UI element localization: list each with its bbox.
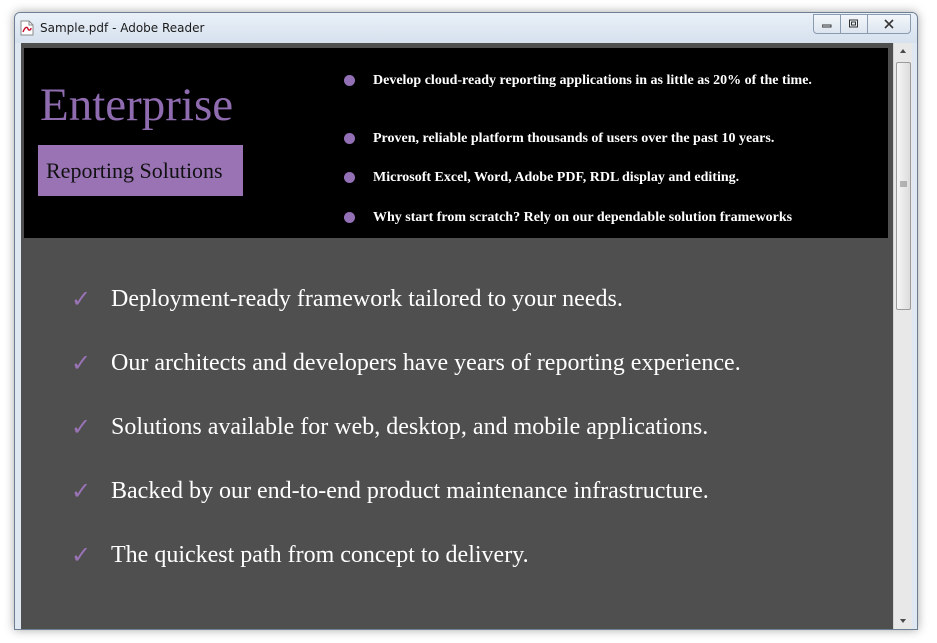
scroll-thumb[interactable]: [896, 62, 911, 310]
arrow-up-icon: [900, 49, 906, 53]
checklist-item-text: Our architects and developers have years…: [111, 350, 741, 376]
vertical-scrollbar[interactable]: [893, 43, 912, 629]
window-controls: [813, 14, 911, 34]
checkmark-icon: ✓: [71, 541, 92, 569]
brand-subtitle: Reporting Solutions: [46, 158, 223, 183]
feature-bullet: Microsoft Excel, Word, Adobe PDF, RDL di…: [344, 169, 739, 187]
scroll-up-button[interactable]: [894, 43, 912, 60]
bullet-dot-icon: [344, 172, 355, 183]
restore-button[interactable]: [840, 14, 868, 34]
feature-bullet-text: Microsoft Excel, Word, Adobe PDF, RDL di…: [373, 170, 740, 185]
document-viewport[interactable]: Enterprise Reporting Solutions Develop c…: [21, 43, 912, 629]
checkmark-icon: ✓: [71, 477, 92, 505]
grip-icon: [900, 181, 907, 187]
feature-bullet: Develop cloud-ready reporting applicatio…: [344, 72, 812, 90]
adobe-reader-window: Sample.pdf - Adobe Reader Enterprise Rep…: [14, 12, 918, 630]
feature-bullet-text: Develop cloud-ready reporting applicatio…: [373, 73, 812, 88]
scroll-down-button[interactable]: [894, 612, 912, 629]
brand-subtitle-box: Reporting Solutions: [38, 145, 243, 196]
pdf-page: Enterprise Reporting Solutions Develop c…: [21, 43, 891, 629]
bullet-dot-icon: [344, 212, 355, 223]
close-icon: [884, 19, 894, 29]
close-button[interactable]: [867, 14, 911, 34]
title-bar[interactable]: Sample.pdf - Adobe Reader: [15, 13, 917, 43]
restore-icon: [849, 19, 858, 28]
minimize-icon: [822, 24, 832, 28]
checkmark-icon: ✓: [71, 349, 92, 377]
bullet-dot-icon: [344, 75, 355, 86]
bullet-dot-icon: [344, 133, 355, 144]
checklist-item-text: Deployment-ready framework tailored to y…: [111, 286, 623, 312]
feature-bullet: Proven, reliable platform thousands of u…: [344, 130, 774, 148]
minimize-button[interactable]: [813, 14, 841, 34]
arrow-down-icon: [900, 619, 906, 623]
feature-bullet-text: Proven, reliable platform thousands of u…: [373, 131, 775, 146]
checklist-item-text: The quickest path from concept to delive…: [111, 542, 529, 568]
checklist-item-text: Backed by our end-to-end product mainten…: [111, 478, 709, 504]
pdf-file-icon: [20, 20, 34, 36]
header-banner: Enterprise Reporting Solutions Develop c…: [24, 48, 888, 238]
checkmark-icon: ✓: [71, 285, 92, 313]
feature-bullet: Why start from scratch? Rely on our depe…: [344, 209, 792, 227]
feature-bullet-text: Why start from scratch? Rely on our depe…: [373, 210, 793, 225]
window-title: Sample.pdf - Adobe Reader: [40, 21, 205, 35]
checkmark-icon: ✓: [71, 413, 92, 441]
checklist-item-text: Solutions available for web, desktop, an…: [111, 414, 709, 440]
brand-title: Enterprise: [40, 79, 234, 131]
